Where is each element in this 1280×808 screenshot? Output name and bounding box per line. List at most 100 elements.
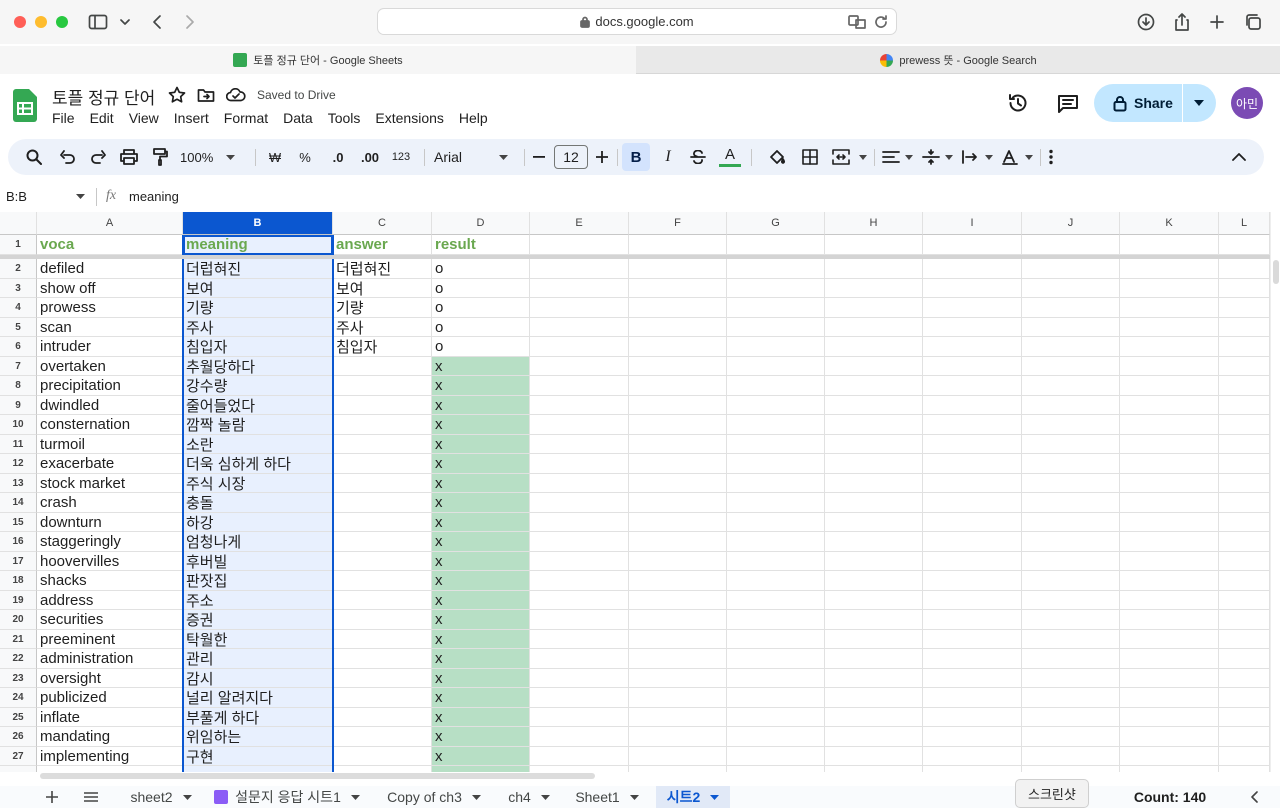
percent-format-button[interactable]: % bbox=[295, 139, 315, 175]
cell[interactable] bbox=[629, 396, 727, 415]
cell[interactable] bbox=[1219, 454, 1270, 474]
browser-tab-sheets[interactable]: 토플 정규 단어 - Google Sheets bbox=[0, 46, 636, 74]
result-cell[interactable]: x bbox=[432, 649, 530, 669]
meaning-cell[interactable]: 더럽혀진 bbox=[183, 259, 333, 279]
cell[interactable] bbox=[1219, 688, 1270, 708]
cell[interactable] bbox=[727, 493, 825, 513]
answer-cell[interactable]: 더럽혀진 bbox=[333, 259, 432, 279]
result-cell[interactable]: o bbox=[432, 337, 530, 357]
cell[interactable] bbox=[1022, 766, 1120, 772]
cell[interactable] bbox=[629, 259, 727, 279]
cell[interactable] bbox=[923, 279, 1022, 298]
cell[interactable] bbox=[629, 376, 727, 396]
cell[interactable] bbox=[1120, 279, 1219, 298]
cell[interactable] bbox=[629, 591, 727, 610]
column-header-j[interactable]: J bbox=[1022, 212, 1120, 235]
row-header[interactable]: 9 bbox=[0, 396, 37, 415]
cell[interactable] bbox=[825, 357, 923, 376]
cell[interactable] bbox=[530, 415, 629, 435]
cell[interactable] bbox=[825, 513, 923, 532]
row-header[interactable]: 4 bbox=[0, 298, 37, 318]
header-cell-result[interactable]: result bbox=[432, 235, 530, 255]
version-history-icon[interactable] bbox=[1007, 92, 1029, 114]
cell[interactable] bbox=[1022, 298, 1120, 318]
cell[interactable] bbox=[629, 669, 727, 688]
comments-icon[interactable] bbox=[1057, 94, 1079, 114]
cell[interactable] bbox=[923, 415, 1022, 435]
document-title[interactable]: 토플 정규 단어 bbox=[52, 84, 155, 109]
sheet-tab[interactable]: ch4 bbox=[500, 786, 558, 808]
cell[interactable] bbox=[825, 454, 923, 474]
cell[interactable] bbox=[629, 747, 727, 766]
cell[interactable] bbox=[825, 493, 923, 513]
row-header[interactable]: 5 bbox=[0, 318, 37, 337]
increase-decimal-button[interactable]: .00 bbox=[356, 139, 384, 175]
row-header[interactable]: 16 bbox=[0, 532, 37, 552]
voca-cell[interactable]: stock market bbox=[37, 474, 183, 493]
search-menus-icon[interactable] bbox=[22, 139, 46, 175]
row-header[interactable]: 17 bbox=[0, 552, 37, 571]
horizontal-align-icon[interactable] bbox=[880, 139, 916, 175]
meaning-cell[interactable]: 주사 bbox=[183, 318, 333, 337]
cell[interactable] bbox=[923, 532, 1022, 552]
cell[interactable] bbox=[629, 552, 727, 571]
cell[interactable] bbox=[923, 552, 1022, 571]
answer-cell[interactable] bbox=[333, 571, 432, 591]
cell[interactable] bbox=[727, 727, 825, 747]
cell[interactable] bbox=[629, 298, 727, 318]
meaning-cell[interactable]: 널리 알려지다 bbox=[183, 688, 333, 708]
cell[interactable] bbox=[530, 454, 629, 474]
answer-cell[interactable]: 기량 bbox=[333, 298, 432, 318]
column-header-a[interactable]: A bbox=[37, 212, 183, 235]
text-rotation-icon[interactable] bbox=[1000, 139, 1036, 175]
cell[interactable] bbox=[1219, 669, 1270, 688]
meaning-cell[interactable]: 후버빌 bbox=[183, 552, 333, 571]
cell[interactable] bbox=[1120, 415, 1219, 435]
italic-button[interactable]: I bbox=[656, 139, 680, 175]
menu-tools[interactable]: Tools bbox=[328, 110, 361, 126]
cell[interactable] bbox=[727, 376, 825, 396]
cell[interactable] bbox=[825, 708, 923, 727]
cell[interactable] bbox=[825, 649, 923, 669]
voca-cell[interactable]: exacerbate bbox=[37, 454, 183, 474]
answer-cell[interactable] bbox=[333, 747, 432, 766]
cell[interactable] bbox=[727, 610, 825, 630]
result-cell[interactable]: o bbox=[432, 259, 530, 279]
cell[interactable] bbox=[1022, 591, 1120, 610]
answer-cell[interactable]: 침입자 bbox=[333, 337, 432, 357]
cell[interactable] bbox=[530, 235, 629, 255]
cell[interactable] bbox=[629, 630, 727, 649]
voca-cell[interactable]: mandating bbox=[37, 727, 183, 747]
cell[interactable] bbox=[629, 513, 727, 532]
cell[interactable] bbox=[1120, 376, 1219, 396]
cell[interactable] bbox=[825, 532, 923, 552]
cell[interactable] bbox=[923, 259, 1022, 279]
cell[interactable] bbox=[727, 747, 825, 766]
cell[interactable] bbox=[1120, 337, 1219, 357]
cell[interactable] bbox=[1022, 235, 1120, 255]
cell[interactable] bbox=[727, 337, 825, 357]
menu-view[interactable]: View bbox=[129, 110, 159, 126]
cell[interactable] bbox=[825, 630, 923, 649]
cell[interactable] bbox=[1022, 532, 1120, 552]
sheet-tab[interactable]: sheet2 bbox=[120, 786, 202, 808]
text-wrap-icon[interactable] bbox=[960, 139, 996, 175]
cell[interactable] bbox=[923, 591, 1022, 610]
cell[interactable] bbox=[530, 318, 629, 337]
bold-button[interactable]: B bbox=[622, 143, 650, 171]
cell[interactable] bbox=[1022, 279, 1120, 298]
header-cell-meaning[interactable]: meaning bbox=[183, 235, 333, 255]
menu-edit[interactable]: Edit bbox=[90, 110, 114, 126]
result-cell[interactable]: x bbox=[432, 669, 530, 688]
cell[interactable] bbox=[37, 766, 183, 772]
vertical-align-icon[interactable] bbox=[920, 139, 956, 175]
cell[interactable] bbox=[629, 688, 727, 708]
voca-cell[interactable]: intruder bbox=[37, 337, 183, 357]
row-header[interactable]: 15 bbox=[0, 513, 37, 532]
meaning-cell[interactable]: 주식 시장 bbox=[183, 474, 333, 493]
cell[interactable] bbox=[727, 279, 825, 298]
answer-cell[interactable] bbox=[333, 493, 432, 513]
row-header[interactable]: 24 bbox=[0, 688, 37, 708]
cell[interactable] bbox=[1120, 396, 1219, 415]
cell[interactable] bbox=[530, 571, 629, 591]
